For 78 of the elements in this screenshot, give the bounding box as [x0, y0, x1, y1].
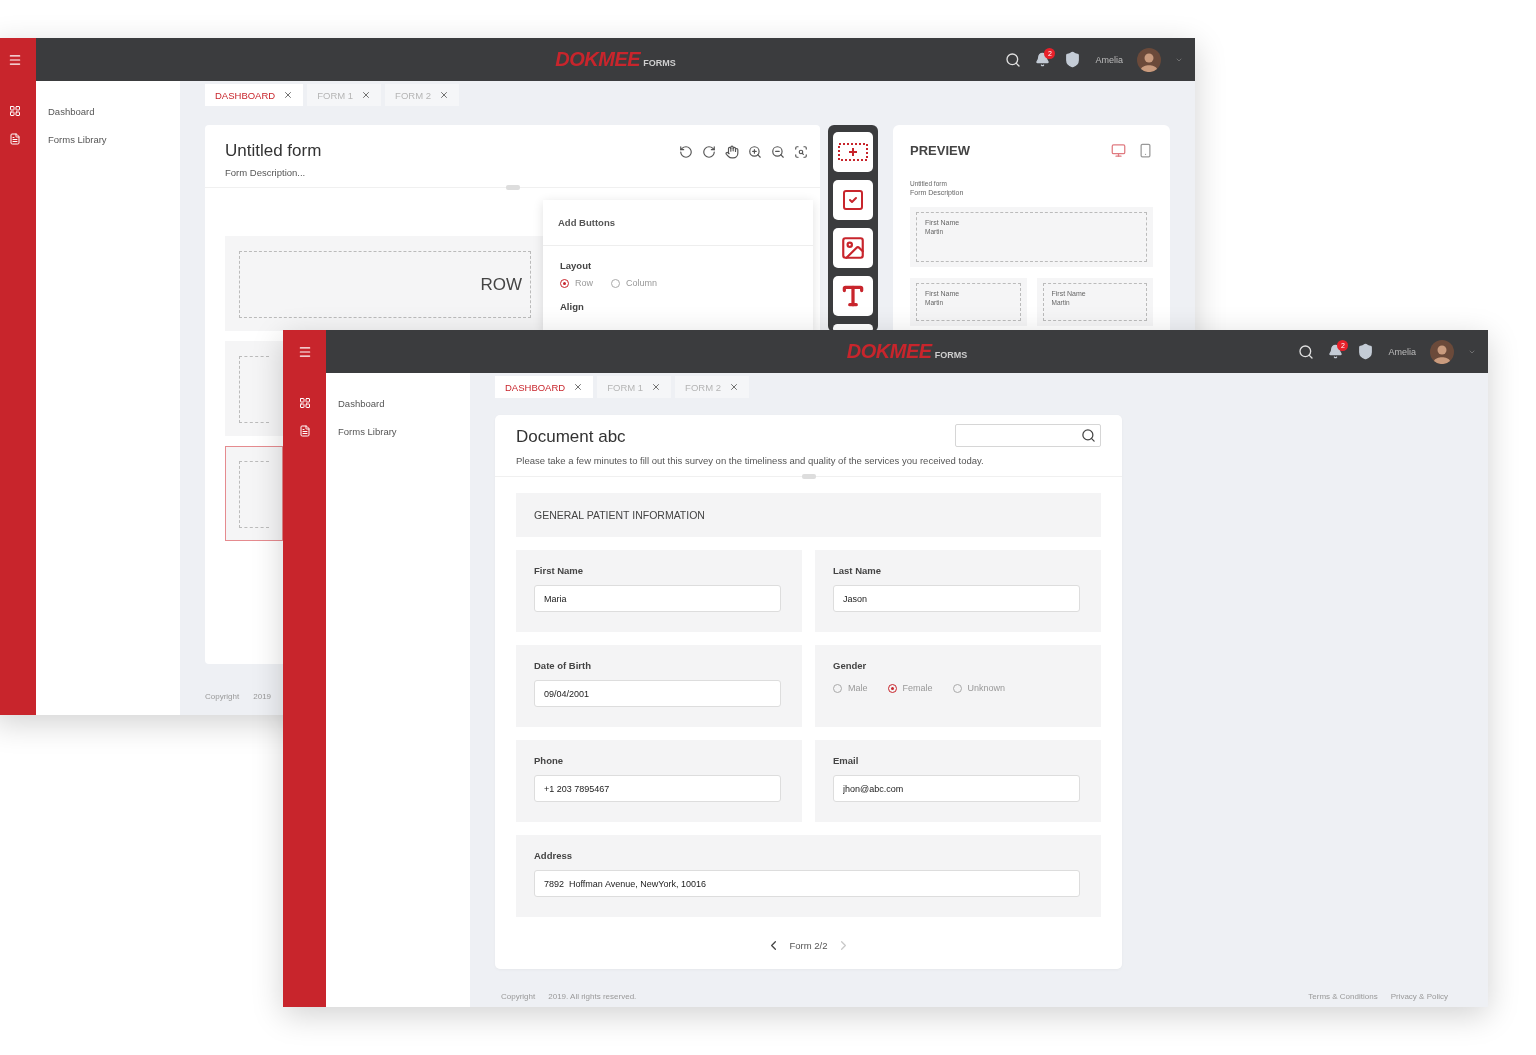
close-icon[interactable]: [438, 90, 449, 100]
field-label: Address: [534, 850, 573, 861]
shield-icon[interactable]: [1357, 343, 1375, 360]
undo-icon[interactable]: [679, 145, 693, 159]
option-label: Align: [560, 301, 585, 312]
section-header: GENERAL PATIENT INFORMATION: [516, 493, 1101, 537]
close-icon[interactable]: [728, 382, 739, 392]
copyright-year: 2019: [253, 692, 272, 701]
logo-subtitle: FORMS: [934, 350, 968, 360]
field-label: Email: [833, 755, 860, 766]
text-icon: [840, 283, 866, 309]
search-field[interactable]: [955, 424, 1101, 447]
search-icon[interactable]: [1005, 51, 1022, 68]
form-description: Please take a few minutes to fill out this survey on the timeliness and quality of the services you received today.: [516, 455, 985, 466]
form-title: Untitled form: [225, 141, 322, 161]
row-label: ROW: [480, 274, 522, 295]
zoom-out-icon[interactable]: [771, 145, 785, 159]
search-icon[interactable]: [1081, 428, 1096, 443]
text-field[interactable]: Maria: [534, 585, 781, 612]
menu-icon: [297, 344, 312, 359]
user-name[interactable]: Amelia: [1095, 54, 1123, 65]
add-row-tile[interactable]: [833, 132, 873, 172]
text-tile[interactable]: [833, 276, 873, 316]
dashed-plus-icon: [838, 142, 868, 162]
close-icon[interactable]: [573, 382, 584, 392]
field-label: Date of Birth: [534, 660, 592, 671]
field-label: First Name: [534, 565, 585, 576]
text-field[interactable]: jhon@abc.com: [833, 775, 1080, 802]
text-field[interactable]: 7892 Hoffman Avenue, NewYork, 10016: [534, 870, 1080, 897]
text-field[interactable]: 09/04/2001: [534, 680, 781, 707]
zoom-fit-icon[interactable]: [794, 145, 808, 159]
drag-handle[interactable]: [801, 474, 816, 479]
text-field[interactable]: Jason: [833, 585, 1080, 612]
logo-subtitle: FORMS: [643, 58, 676, 68]
drag-handle[interactable]: [505, 185, 520, 190]
row-block[interactable]: [225, 446, 283, 541]
desktop-icon[interactable]: [1111, 143, 1126, 158]
tab[interactable]: DASHBOARD: [205, 84, 304, 106]
text-field[interactable]: +1 203 7895467: [534, 775, 781, 802]
checkbox-icon: [841, 188, 865, 212]
copyright-text: Copyright: [205, 692, 240, 701]
avatar[interactable]: [1137, 47, 1161, 72]
field-label: Phone: [534, 755, 565, 766]
redo-icon[interactable]: [702, 145, 716, 159]
row-block[interactable]: ROW: [225, 236, 545, 331]
avatar[interactable]: [1430, 339, 1454, 364]
sidebar-item[interactable]: Dashboard: [326, 389, 470, 417]
shield-icon[interactable]: [1064, 51, 1082, 68]
menu-icon: [7, 52, 22, 67]
close-icon[interactable]: [361, 90, 372, 100]
phone-icon[interactable]: [1138, 143, 1153, 158]
page-indicator: Form 2/2: [789, 940, 828, 951]
form-description: Form Description...: [225, 167, 307, 178]
search-icon[interactable]: [1298, 343, 1315, 360]
option-label: Layout: [560, 260, 593, 271]
sidebar-item[interactable]: Dashboard: [36, 97, 180, 125]
zoom-in-icon[interactable]: [748, 145, 762, 159]
copyright-text: Copyright: [501, 992, 536, 1001]
choice-tile[interactable]: [833, 180, 873, 220]
form-title: Document abc: [516, 427, 626, 447]
sidebar-item[interactable]: Forms Library: [326, 417, 470, 445]
preview-title: PREVIEW: [910, 143, 970, 158]
popup-title: Add Buttons: [558, 217, 615, 228]
user-name[interactable]: Amelia: [1388, 346, 1416, 357]
logo: DOKMEE: [555, 48, 641, 71]
field-label: Gender: [833, 660, 868, 671]
radio-option[interactable]: Column: [611, 278, 658, 288]
rights-notice: 2019. All rights reserved.: [548, 992, 637, 1001]
image-icon: [840, 235, 866, 261]
sidebar-item[interactable]: Forms Library: [36, 125, 180, 153]
field-label: Last Name: [833, 565, 883, 576]
close-icon[interactable]: [651, 382, 662, 392]
image-tile[interactable]: [833, 228, 873, 268]
close-icon[interactable]: [283, 90, 294, 100]
logo: DOKMEE: [846, 340, 932, 363]
hand-icon[interactable]: [725, 145, 739, 159]
radio-option[interactable]: Row: [560, 278, 593, 288]
tab[interactable]: DASHBOARD: [495, 376, 594, 398]
